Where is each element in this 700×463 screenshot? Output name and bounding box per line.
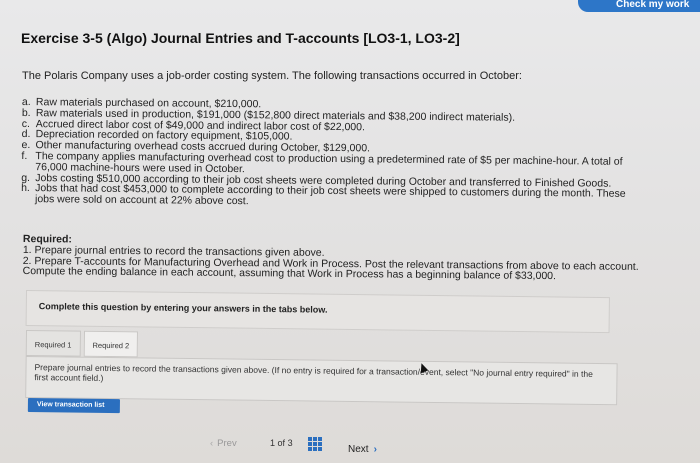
current-page: 1 [270, 438, 276, 448]
transaction-letter: f. [21, 149, 28, 163]
instruction-bar: Complete this question by entering your … [25, 290, 610, 334]
transaction-item: h. Jobs that had cost $453,000 to comple… [21, 182, 641, 211]
tab-content: Prepare journal entries to record the tr… [25, 355, 618, 406]
required-item-2: 2. Prepare T-accounts for Manufacturing … [22, 254, 639, 283]
exercise-title: Exercise 3-5 (Algo) Journal Entries and … [21, 30, 460, 46]
grid-icon[interactable] [308, 437, 322, 451]
required-section: Required: 1. Prepare journal entries to … [22, 233, 643, 283]
tab-required-1[interactable]: Required 1 [25, 330, 81, 357]
transaction-list: a. Raw materials purchased on account, $… [21, 96, 642, 211]
next-label: Next [348, 444, 369, 455]
view-transaction-list-button[interactable]: View transaction list [27, 398, 120, 414]
tab-instructions: Prepare journal entries to record the tr… [34, 362, 593, 383]
next-button[interactable]: Next › [348, 444, 377, 455]
prev-button[interactable]: ‹ Prev [210, 438, 237, 449]
tab-required-2[interactable]: Required 2 [83, 330, 139, 358]
page-of-label: of [277, 438, 286, 448]
page-indicator: 1 of 3 [270, 438, 293, 448]
exercise-page: Check my work Exercise 3-5 (Algo) Journa… [0, 0, 700, 463]
chevron-right-icon: › [373, 444, 377, 455]
total-pages: 3 [287, 438, 293, 448]
check-my-work-button[interactable]: Check my work [578, 0, 700, 12]
prev-label: Prev [217, 438, 237, 449]
tab-bar: Required 1 Required 2 [25, 330, 142, 358]
transaction-letter: h. [21, 182, 30, 195]
chevron-left-icon: ‹ [210, 438, 214, 449]
transaction-text: Jobs that had cost $453,000 to complete … [34, 182, 626, 208]
exercise-intro: The Polaris Company uses a job-order cos… [22, 70, 522, 82]
instruction-text: Complete this question by entering your … [38, 301, 328, 315]
